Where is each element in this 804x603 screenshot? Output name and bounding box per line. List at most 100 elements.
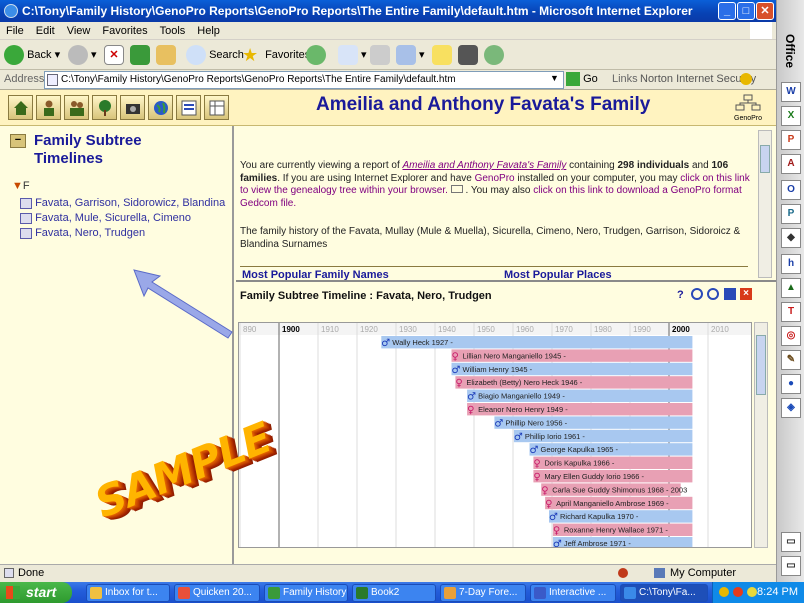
- subtree-item-label[interactable]: Favata, Nero, Trudgen: [35, 227, 145, 239]
- close-button[interactable]: ✕: [756, 2, 774, 20]
- taskbar-item-active[interactable]: C:\Tony\Fa...: [620, 584, 708, 602]
- outlook-icon[interactable]: O: [781, 180, 801, 200]
- maximize-button[interactable]: □: [737, 2, 755, 20]
- timeline-person-label[interactable]: Phillip Iorio 1961 -: [525, 432, 586, 441]
- genopro-link[interactable]: GenoPro: [475, 173, 515, 184]
- refresh-button[interactable]: [130, 44, 150, 66]
- family-link[interactable]: Ameilia and Anthony Favata's Family: [403, 160, 567, 171]
- timeline-person-label[interactable]: William Henry 1945 -: [463, 365, 533, 374]
- zoom-in-icon[interactable]: [691, 288, 703, 300]
- powerpoint-icon[interactable]: P: [781, 130, 801, 150]
- timeline-person-label[interactable]: Roxanne Henry Wallace 1971 -: [564, 526, 668, 535]
- favorites-button[interactable]: ★ Favorites: [242, 44, 310, 66]
- menu-tools[interactable]: Tools: [154, 22, 192, 40]
- timeline-person-label[interactable]: George Kapulka 1965 -: [541, 445, 619, 454]
- timeline-person-label[interactable]: Doris Kapulka 1966 -: [544, 459, 615, 468]
- nav-tree-button[interactable]: [92, 95, 117, 120]
- back-button[interactable]: Back ▾: [4, 44, 60, 66]
- maximize-pane-icon[interactable]: [724, 288, 736, 300]
- subtree-item-label[interactable]: Favata, Garrison, Sidorowicz, Blandina: [35, 197, 225, 209]
- network-icon[interactable]: ◈: [781, 398, 801, 418]
- start-button[interactable]: start: [0, 582, 72, 603]
- globe-icon[interactable]: ●: [781, 374, 801, 394]
- search-button[interactable]: Search: [186, 44, 244, 66]
- norton-label[interactable]: Norton Internet Security: [640, 73, 756, 85]
- collapse-icon[interactable]: −: [10, 134, 26, 148]
- taskbar-item[interactable]: Family History: [264, 584, 348, 602]
- taskbar-item[interactable]: 7-Day Fore...: [440, 584, 526, 602]
- norton-icon[interactable]: [740, 73, 752, 85]
- timeline-person-label[interactable]: Phillip Nero 1956 -: [505, 418, 567, 427]
- nav-home-button[interactable]: [8, 95, 33, 120]
- timeline-person-label[interactable]: Mary Ellen Guddy Iorio 1966 -: [544, 472, 644, 481]
- subtree-item[interactable]: Favata, Garrison, Sidorowicz, Blandina: [20, 196, 225, 211]
- timeline-person-label[interactable]: Eleanor Nero Henry 1949 -: [478, 405, 568, 414]
- nav-families-button[interactable]: [64, 95, 89, 120]
- menu-help[interactable]: Help: [191, 22, 226, 40]
- discuss-button[interactable]: [432, 44, 452, 66]
- access-icon[interactable]: A: [781, 154, 801, 174]
- nav-individuals-button[interactable]: [36, 95, 61, 120]
- mail-button[interactable]: ▾: [338, 44, 367, 66]
- binder-icon[interactable]: ◆: [781, 228, 801, 248]
- help-icon[interactable]: ?: [677, 289, 684, 301]
- genopro-logo[interactable]: GenoPro: [734, 94, 762, 122]
- minimize-button[interactable]: _: [718, 2, 736, 20]
- art-icon[interactable]: ✎: [781, 350, 801, 370]
- go-button[interactable]: Go: [566, 72, 598, 86]
- taskbar-item[interactable]: Interactive ...: [530, 584, 616, 602]
- timeline-person-label[interactable]: Richard Kapulka 1970 -: [560, 512, 639, 521]
- history-button[interactable]: [306, 44, 326, 66]
- address-input[interactable]: C:\Tony\Family History\GenoPro Reports\G…: [44, 71, 564, 89]
- photo-icon[interactable]: ▲: [781, 278, 801, 298]
- tray-icon[interactable]: [733, 587, 743, 597]
- nav-statistics-button[interactable]: [176, 95, 201, 120]
- publisher-icon[interactable]: P: [781, 204, 801, 224]
- nav-places-button[interactable]: [148, 95, 173, 120]
- subtree-item-label[interactable]: Favata, Mule, Sicurella, Cimeno: [35, 212, 191, 224]
- home-button[interactable]: [156, 44, 176, 66]
- nav-pictures-button[interactable]: [120, 95, 145, 120]
- frontpage-icon[interactable]: h: [781, 254, 801, 274]
- tray-icon[interactable]: [747, 587, 757, 597]
- timeline-person-label[interactable]: Lillian Nero Manganiello 1945 -: [463, 351, 567, 360]
- nav-sources-button[interactable]: [204, 95, 229, 120]
- timeline-person-label[interactable]: Carla Sue Guddy Shimonus 1968 - 2003: [552, 485, 687, 494]
- font-icon[interactable]: T: [781, 302, 801, 322]
- timeline-scrollbar[interactable]: [754, 322, 768, 548]
- timeline-person-label[interactable]: Jeff Ambrose 1971 -: [564, 539, 631, 548]
- taskbar-item[interactable]: Quicken 20...: [174, 584, 260, 602]
- research-button[interactable]: [458, 44, 478, 66]
- window-icon[interactable]: ▭: [781, 532, 801, 552]
- links-label[interactable]: Links: [612, 73, 638, 85]
- taskbar-item[interactable]: Inbox for t...: [86, 584, 170, 602]
- forward-button[interactable]: ▾: [68, 44, 97, 66]
- scroll-thumb[interactable]: [760, 145, 770, 173]
- zoom-out-icon[interactable]: [707, 288, 719, 300]
- menu-view[interactable]: View: [61, 22, 97, 40]
- scroll-thumb[interactable]: [756, 335, 766, 395]
- timeline-person-label[interactable]: Wally Heck 1927 -: [392, 338, 453, 347]
- subtree-item[interactable]: Favata, Nero, Trudgen: [20, 226, 225, 241]
- close-pane-icon[interactable]: ×: [740, 288, 752, 300]
- menu-favorites[interactable]: Favorites: [96, 22, 153, 40]
- clock[interactable]: 8:24 PM: [757, 586, 798, 598]
- excel-icon[interactable]: X: [781, 106, 801, 126]
- intro-scrollbar[interactable]: [758, 130, 772, 278]
- subtree-item[interactable]: Favata, Mule, Sicurella, Cimeno: [20, 211, 225, 226]
- desktop-icon[interactable]: ▭: [781, 556, 801, 576]
- edit-button[interactable]: ▾: [396, 44, 425, 66]
- stop-button[interactable]: ✕: [104, 44, 124, 66]
- print-button[interactable]: [370, 44, 390, 66]
- timeline-person-label[interactable]: Biagio Manganiello 1949 -: [478, 392, 565, 401]
- address-dropdown-icon[interactable]: ▼: [550, 73, 559, 83]
- messenger-button[interactable]: [484, 44, 504, 66]
- tool-icon[interactable]: ◎: [781, 326, 801, 346]
- timeline-person-label[interactable]: April Manganiello Ambrose 1969 -: [556, 499, 669, 508]
- word-icon[interactable]: W: [781, 82, 801, 102]
- menu-file[interactable]: File: [0, 22, 30, 40]
- timeline-person-label[interactable]: Elizabeth (Betty) Nero Heck 1946 -: [466, 378, 582, 387]
- tray-icon[interactable]: [719, 587, 729, 597]
- menu-edit[interactable]: Edit: [30, 22, 61, 40]
- taskbar-item[interactable]: Book2: [352, 584, 436, 602]
